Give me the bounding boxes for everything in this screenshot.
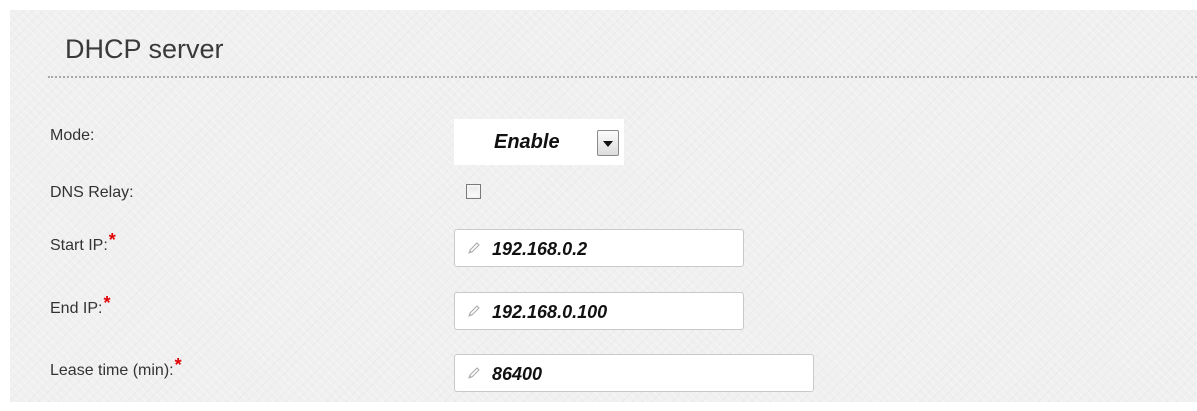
end-ip-input[interactable]: 192.168.0.100 xyxy=(454,292,744,330)
chevron-down-icon[interactable] xyxy=(597,130,619,156)
dhcp-server-panel: DHCP server Mode: Enable DNS Relay: Star… xyxy=(10,10,1197,402)
end-ip-value: 192.168.0.100 xyxy=(492,302,608,322)
dns-relay-label-text: DNS Relay: xyxy=(50,184,134,201)
lease-time-value: 86400 xyxy=(492,364,543,384)
pencil-icon xyxy=(468,305,480,317)
dns-relay-label: DNS Relay: xyxy=(50,184,134,202)
lease-time-label: Lease time (min):* xyxy=(50,355,182,380)
end-ip-label-text: End IP: xyxy=(50,300,103,317)
lease-time-label-text: Lease time (min): xyxy=(50,362,174,379)
required-asterisk: * xyxy=(174,355,182,375)
pencil-icon xyxy=(468,367,480,379)
lease-time-input[interactable]: 86400 xyxy=(454,354,814,392)
mode-select-value: Enable xyxy=(494,131,560,153)
mode-label: Mode: xyxy=(50,127,94,145)
mode-select[interactable]: Enable xyxy=(454,119,624,165)
required-asterisk: * xyxy=(108,230,116,250)
mode-label-text: Mode: xyxy=(50,127,95,144)
end-ip-label: End IP:* xyxy=(50,293,111,318)
required-asterisk: * xyxy=(103,293,111,313)
pencil-icon xyxy=(468,242,480,254)
section-title: DHCP server xyxy=(65,34,224,64)
start-ip-input[interactable]: 192.168.0.2 xyxy=(454,229,744,267)
start-ip-label-text: Start IP: xyxy=(50,237,108,254)
start-ip-label: Start IP:* xyxy=(50,230,116,255)
start-ip-value: 192.168.0.2 xyxy=(492,239,588,259)
dns-relay-checkbox[interactable] xyxy=(466,184,481,199)
title-divider xyxy=(48,76,1197,78)
